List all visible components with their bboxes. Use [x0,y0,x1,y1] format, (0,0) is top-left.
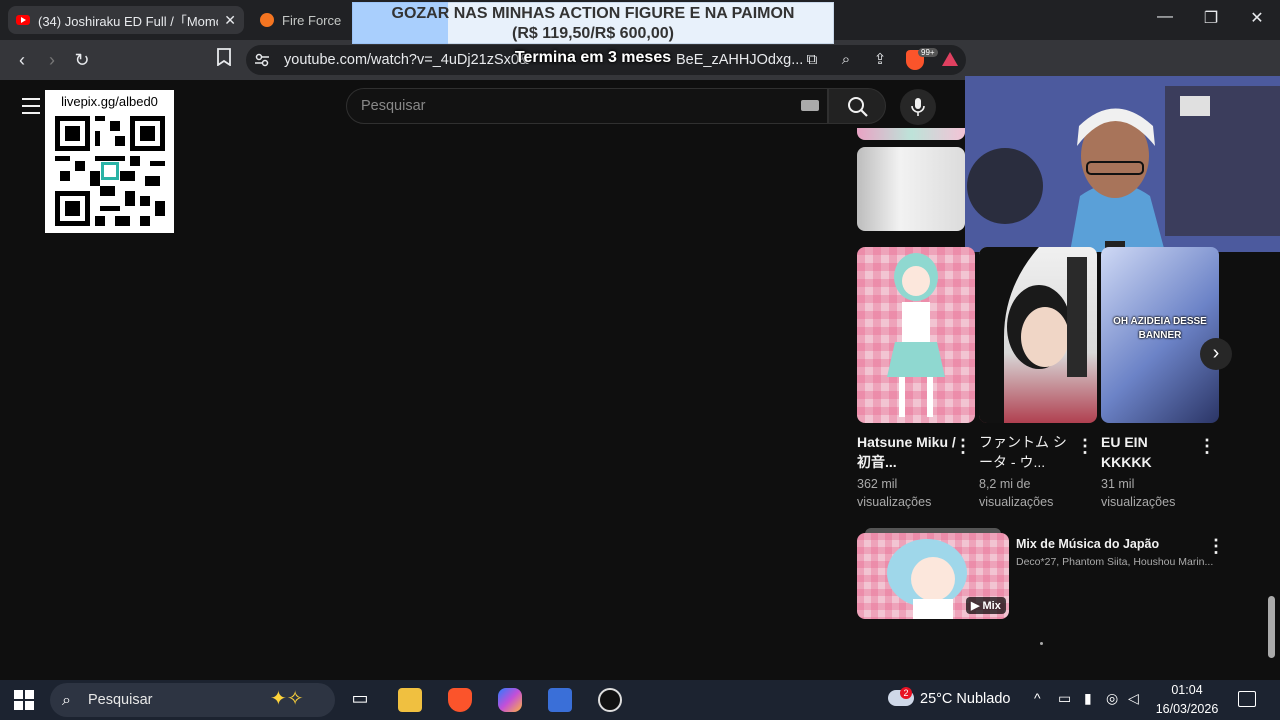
taskbar-search-placeholder: Pesquisar [88,692,153,708]
search-button[interactable] [828,88,886,124]
short-thumbnail[interactable] [857,247,975,423]
microsoft-store-icon[interactable] [548,688,572,712]
microphone-icon[interactable]: ▮ [1084,690,1092,707]
search-icon: ⌕ [62,692,71,709]
network-icon[interactable]: ▭ [1058,690,1071,707]
more-options-icon[interactable]: ⋮ [1207,536,1225,557]
mic-icon [911,98,925,116]
tab-title: (34) Joshiraku ED Full /「Momoku [38,13,219,29]
clock-time[interactable]: 01:04 [1158,683,1216,697]
more-options-icon[interactable]: ⋮ [1198,436,1216,457]
search-icon [848,97,868,117]
volume-icon[interactable]: ◁ [1128,690,1139,707]
goal-amount: (R$ 119,50/R$ 600,00) [512,25,674,42]
chevron-up-icon[interactable]: ^ [1034,690,1041,706]
weather-text[interactable]: 25°C Nublado [920,691,1010,707]
keyboard-icon[interactable] [801,100,819,111]
scrollbar-thumb[interactable] [1268,596,1275,658]
camera-icon[interactable]: ◎ [1106,690,1118,707]
mix-subtitle: Deco*27, Phantom Siita, Houshou Marin... [1016,556,1214,568]
voice-search-button[interactable] [900,89,936,125]
qr-label: livepix.gg/albed0 [61,94,158,109]
short-views: 31 mil visualizações [1101,477,1176,509]
brave-badge: 99+ [918,48,938,57]
qr-code-image [55,116,165,226]
zoom-icon[interactable]: ⌕ [834,48,858,72]
webcam-overlay [965,76,1280,252]
sparkle-icon[interactable]: ✦✧ [270,686,304,711]
short-thumbnail[interactable]: OH AZIDEIA DESSE BANNER [1101,247,1219,423]
next-shorts-button[interactable]: › [1200,338,1232,370]
tab-title: Fire Force O [282,12,344,28]
video-thumbnail[interactable] [857,147,965,231]
mix-title[interactable]: Mix de Música do Japão [1016,537,1159,551]
tab-crunchyroll[interactable]: Fire Force O [252,6,352,34]
video-thumbnail-partial[interactable] [857,128,965,140]
notification-icon[interactable] [1238,691,1256,707]
brave-browser-icon[interactable] [448,688,472,712]
weather-badge: 2 [900,687,912,699]
mix-badge: ▶ Mix [966,597,1006,614]
short-title[interactable]: EU EIN KKKKK [1101,432,1201,472]
short-title[interactable]: Hatsune Miku / 初音... [857,432,957,472]
reload-icon[interactable]: ↻ [70,48,94,72]
clock-date[interactable]: 16/03/2026 [1148,702,1226,716]
loading-dot [1040,642,1043,645]
mix-badge-label: Mix [982,600,1001,612]
task-view-icon[interactable]: ▭ [348,688,372,712]
more-options-icon[interactable]: ⋮ [954,436,972,457]
thumbnail-caption: OH AZIDEIA DESSE BANNER [1113,316,1207,341]
back-icon[interactable]: ‹ [10,48,34,72]
close-tab-icon[interactable]: ✕ [224,12,236,29]
short-views: 362 mil visualizações [857,477,932,509]
more-options-icon[interactable]: ⋮ [1076,436,1094,457]
tab-youtube[interactable]: (34) Joshiraku ED Full /「Momoku ✕ [8,6,244,34]
crunchyroll-icon [260,13,274,27]
close-window-icon[interactable]: ✕ [1242,8,1272,28]
goal-timer: Termina em 3 meses [514,49,672,66]
brave-rewards-icon[interactable] [942,52,958,66]
menu-icon[interactable] [22,98,40,114]
windows-start-icon[interactable] [14,690,34,710]
site-info-icon[interactable] [254,52,270,68]
short-title[interactable]: ファントム シータ - ウ... [979,432,1079,472]
youtube-icon [16,15,30,25]
obs-studio-icon[interactable] [598,688,622,712]
copilot-icon[interactable] [498,688,522,712]
short-thumbnail[interactable] [979,247,1097,423]
share-icon[interactable]: ⇪ [868,48,892,72]
goal-title: GOZAR NAS MINHAS ACTION FIGURE E NA PAIM… [391,5,795,22]
forward-icon[interactable]: › [40,48,64,72]
maximize-icon[interactable]: ❐ [1196,8,1226,28]
search-placeholder: Pesquisar [361,98,426,114]
file-explorer-icon[interactable] [398,688,422,712]
bookmark-icon[interactable] [212,48,236,72]
minimize-icon[interactable]: — [1150,8,1180,26]
short-views: 8,2 mi de visualizações [979,477,1054,509]
